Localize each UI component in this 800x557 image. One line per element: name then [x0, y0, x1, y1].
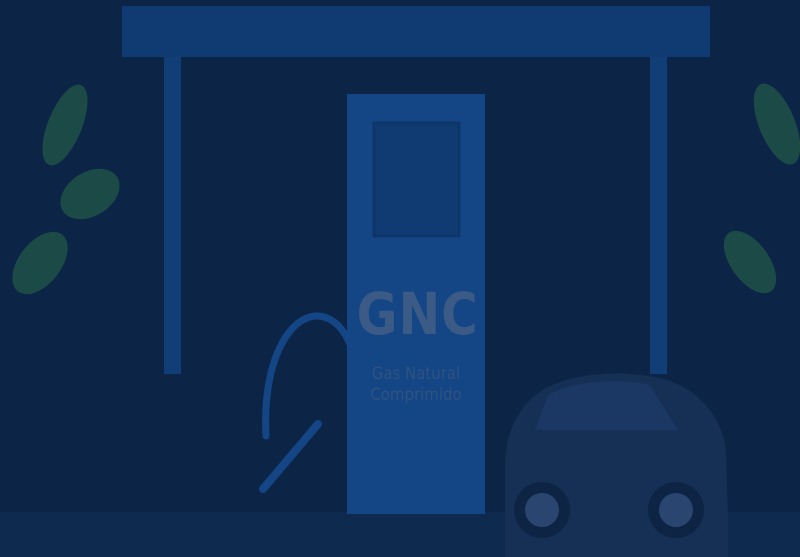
- car-hubcap-rear: [659, 493, 693, 527]
- canopy-pillar-right: [650, 57, 667, 374]
- leaf: [723, 230, 777, 294]
- plant-left: [12, 84, 120, 295]
- leaf: [753, 83, 800, 165]
- pump-label-gnc: GNC: [356, 280, 479, 348]
- leaf: [12, 231, 68, 295]
- gas-station-illustration: GNC Gas Natural Comprimido: [0, 0, 800, 557]
- canopy-pillar-left: [164, 57, 181, 374]
- car-hubcap-front: [525, 493, 559, 527]
- pump-sublabel-line2: Comprimido: [370, 385, 462, 405]
- canopy-roof: [122, 6, 710, 57]
- plant-right: [723, 83, 800, 294]
- pump-sublabel-line1: Gas Natural: [371, 364, 461, 384]
- leaf: [42, 84, 88, 166]
- leaf: [60, 168, 120, 220]
- illustration-canvas: [0, 6, 800, 557]
- car: [505, 373, 728, 557]
- fuel-pump-screen: [372, 121, 461, 238]
- fuel-nozzle: [259, 420, 322, 493]
- pump-sublabel: Gas Natural Comprimido: [355, 364, 476, 406]
